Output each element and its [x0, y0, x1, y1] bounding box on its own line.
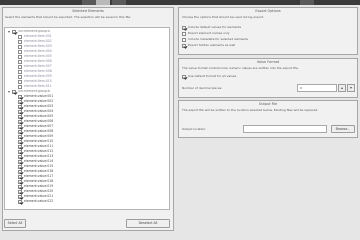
option-default-values-label: Include default values for elements — [188, 25, 242, 29]
option-hidden-label: Export hidden elements as well — [188, 43, 236, 47]
chevron-down-icon[interactable]: ▾ — [350, 85, 352, 90]
window-tab[interactable] — [112, 0, 126, 5]
select-all-button[interactable]: Select All — [4, 219, 26, 228]
window-tab[interactable] — [300, 0, 314, 5]
precision-spinner[interactable]: ▴ — [338, 84, 346, 92]
export-options-panel: Export Options Choose the options that s… — [178, 7, 358, 55]
option-hidden-checkbox[interactable] — [182, 43, 186, 48]
option-metadata[interactable]: Include metadata for selected elements — [182, 37, 354, 42]
option-names-only-label: Export element names only — [188, 31, 230, 35]
value-format-panel: Value Format The value format controls h… — [178, 58, 358, 98]
left-panel-title: Selected Elements — [72, 9, 104, 13]
browse-button[interactable]: Browse... — [331, 125, 355, 133]
title-bar — [0, 0, 360, 5]
precision-dropdown[interactable]: ▾ — [347, 84, 355, 92]
output-path-label: Output location: — [182, 127, 207, 131]
value-format-description: The value format controls how numeric va… — [182, 66, 299, 70]
precision-label: Number of decimal places: — [182, 86, 223, 90]
value-format-title: Value Format — [256, 60, 280, 64]
option-default-format-label: Use default format for all values — [188, 74, 237, 78]
option-default-format-checkbox[interactable] — [182, 74, 186, 79]
tree-item-label: element:value:022 — [24, 199, 54, 203]
export-options-title: Export Options — [255, 9, 281, 13]
deselect-all-button[interactable]: Deselect All — [126, 219, 170, 228]
option-metadata-label: Include metadata for selected elements — [188, 37, 248, 41]
chevron-up-icon[interactable]: ▴ — [341, 85, 343, 90]
output-description: The export file will be written to the l… — [182, 108, 319, 112]
output-path-input[interactable] — [243, 125, 327, 133]
element-tree[interactable]: ▾ urn:element:group:a element:item:001 elem… — [4, 27, 170, 210]
option-metadata-checkbox[interactable] — [182, 37, 186, 42]
option-hidden[interactable]: Export hidden elements as well — [182, 43, 354, 48]
output-title: Output File — [258, 102, 278, 106]
window-tab[interactable] — [82, 0, 96, 5]
option-default-values-checkbox[interactable] — [182, 25, 186, 30]
option-names-only-checkbox[interactable] — [182, 31, 186, 36]
option-names-only[interactable]: Export element names only — [182, 31, 354, 36]
left-panel-description: Select the elements that should be expor… — [5, 15, 132, 19]
export-options-description: Choose the options that should be used d… — [182, 15, 265, 19]
option-default-values[interactable]: Include default values for elements — [182, 25, 354, 30]
tree-item-row[interactable]: element:value:022 — [5, 199, 169, 204]
precision-input[interactable]: 0 — [297, 84, 337, 92]
option-default-format[interactable]: Use default format for all values — [182, 74, 354, 79]
window-tab-active[interactable] — [96, 0, 110, 5]
tree-item-checkbox[interactable] — [18, 200, 22, 204]
output-panel: Output File The export file will be writ… — [178, 100, 358, 138]
